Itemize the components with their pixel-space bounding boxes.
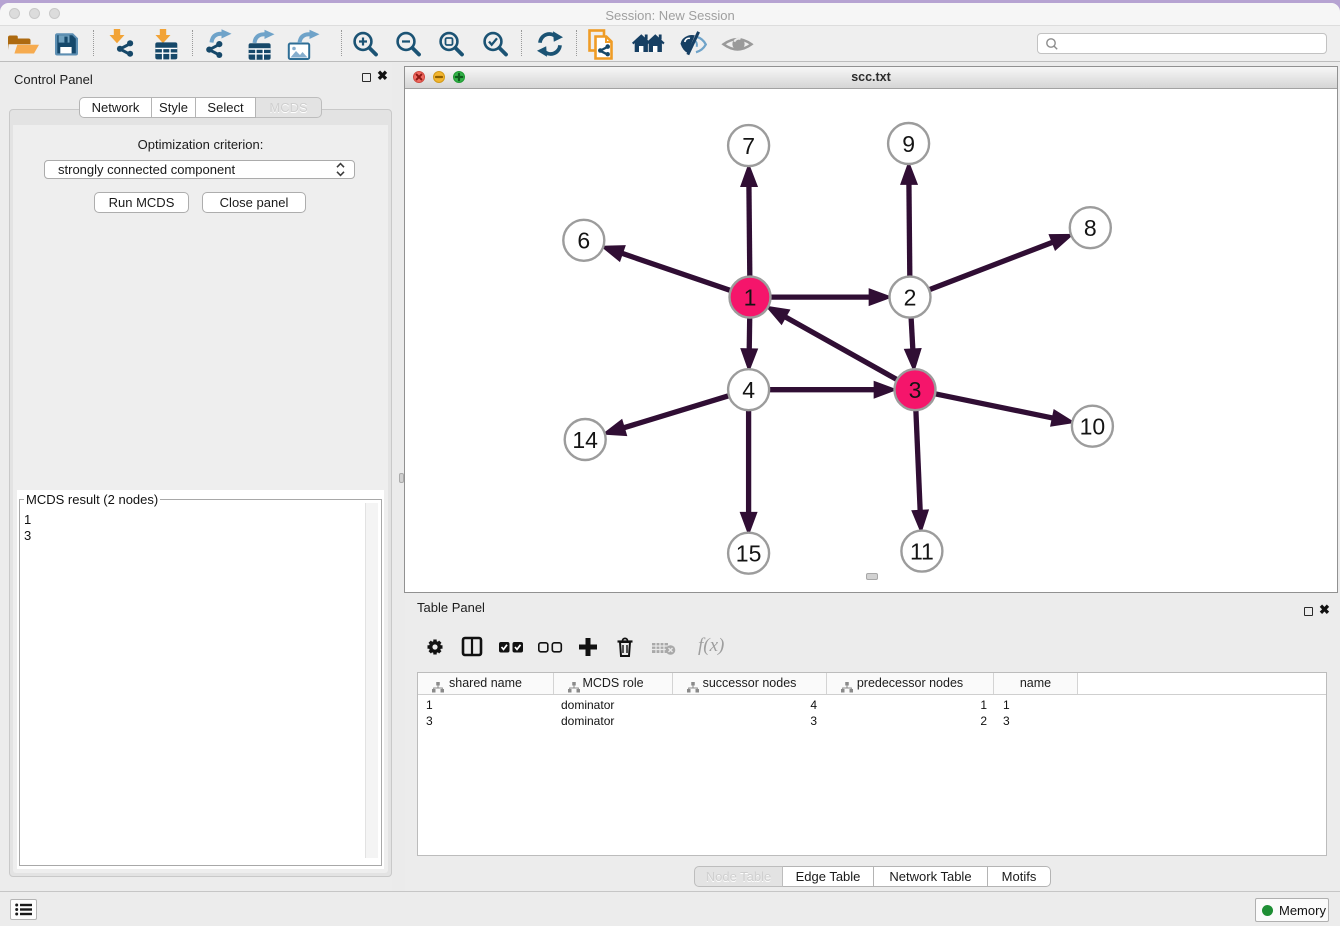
- svg-text:2: 2: [904, 284, 917, 310]
- svg-text:9: 9: [902, 131, 915, 157]
- svg-text:15: 15: [736, 541, 762, 567]
- svg-text:14: 14: [572, 427, 598, 453]
- svg-text:10: 10: [1080, 414, 1106, 440]
- svg-text:1: 1: [744, 284, 757, 310]
- svg-text:4: 4: [742, 377, 755, 403]
- svg-text:7: 7: [742, 133, 755, 159]
- svg-text:3: 3: [909, 377, 922, 403]
- svg-text:8: 8: [1084, 215, 1097, 241]
- svg-text:11: 11: [910, 538, 934, 564]
- svg-text:6: 6: [577, 228, 590, 254]
